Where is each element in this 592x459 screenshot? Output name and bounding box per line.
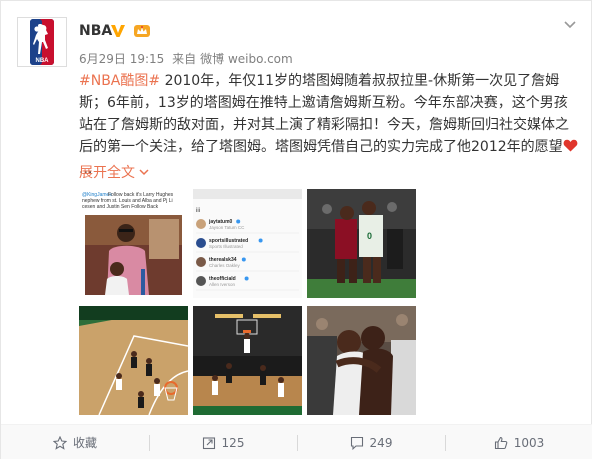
red-heart-emoji-icon [563,139,578,152]
like-button[interactable]: 1003 [445,425,592,459]
comment-count: 249 [369,435,393,450]
image-court-dunk[interactable] [79,306,188,415]
username[interactable]: NBA [79,23,112,39]
follow-name: Charles Oakley [209,263,241,268]
comment-button[interactable]: 249 [297,425,445,459]
follow-name: Sports Illustrated [209,244,243,249]
image-postgame-hug[interactable] [307,306,416,415]
image-arena-dunk[interactable] [193,306,302,415]
repost-count: 125 [221,435,245,450]
verified-check-icon [241,257,246,262]
post-text: #NBA酷图# 2010年，年仅11岁的塔图姆随着叔叔拉里-休斯第一次见了詹姆斯… [79,70,579,180]
source-prefix: 来自 [172,52,197,66]
verified-check-icon [258,238,263,243]
nba-logo-icon: NBA [30,19,54,65]
image-court-embrace[interactable]: 0 [307,189,416,298]
post-source[interactable]: 微博 weibo.com [200,52,293,66]
repost-button[interactable]: 125 [149,425,297,459]
chevron-down-icon [139,169,149,176]
weibo-post-card: NBA NBA 6月29日 19:15 来自 微博 weibo.com #NBA酷… [0,0,592,459]
follow-avatar [196,257,206,267]
chevron-down-icon[interactable] [563,17,577,31]
svg-text:NBA: NBA [36,58,50,64]
thumbs-up-icon [494,436,508,449]
post-meta: 6月29日 19:15 来自 微博 weibo.com [79,50,297,67]
post-time[interactable]: 6月29日 19:15 [79,52,164,66]
verified-v-icon [111,25,125,37]
follow-avatar [196,238,206,248]
hashtag-link[interactable]: #NBA酷图# [79,73,160,89]
verified-check-icon [236,219,241,224]
follow-avatar [196,219,206,229]
member-crown-icon[interactable] [133,23,151,39]
image-tweet-screenshot[interactable]: @KingJames Follow back it's Larry Hughes… [79,189,188,298]
expand-label: 展开全文 [79,165,135,181]
svg-text:0: 0 [367,231,372,241]
image-follow-list-screenshot[interactable]: iii jaytatum0 Jayson Tatum CC sportsillust… [193,189,302,298]
nba-logo-avatar[interactable]: NBA [17,17,67,67]
follow-name: Allen Iverson [209,282,236,287]
like-count: 1003 [513,435,545,450]
comment-icon [350,436,363,450]
action-bar: 收藏 125 249 1003 [1,424,592,459]
tweet-line-3: cesen and Justin Sen Follow Back [82,204,159,210]
follow-name: Jayson Tatum CC [209,225,245,230]
image-grid: @KingJames Follow back it's Larry Hughes… [79,189,416,415]
repost-icon [202,436,215,449]
expand-full-text-link[interactable]: 展开全文 [79,162,149,182]
follow-avatar [196,276,206,286]
follow-list-header: iii [196,208,200,214]
star-icon [52,435,67,450]
favorite-label: 收藏 [72,436,97,450]
verified-check-icon [244,276,249,281]
favorite-button[interactable]: 收藏 [1,425,149,459]
